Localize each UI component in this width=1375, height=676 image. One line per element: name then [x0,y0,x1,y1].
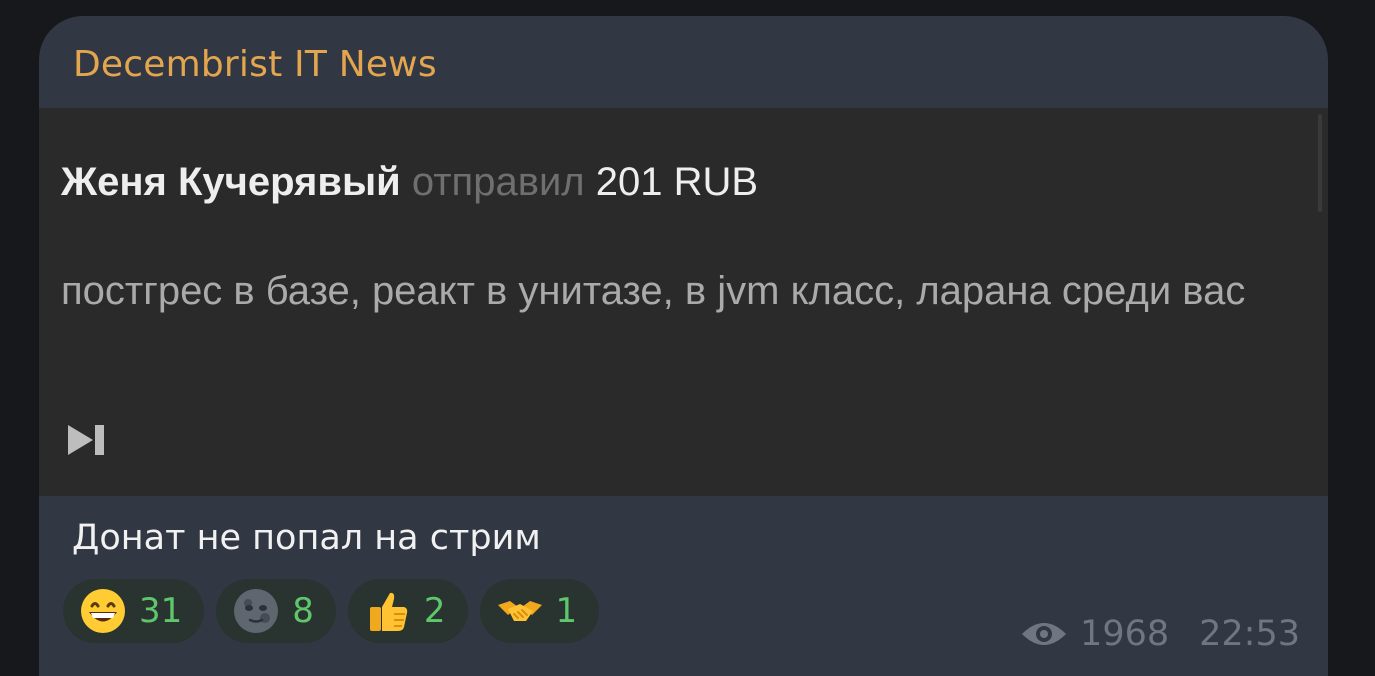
reaction-handshake[interactable]: 1 [479,579,600,643]
donation-media[interactable]: Женя Кучерявый отправил 201 RUB постгрес… [39,108,1328,496]
reaction-count: 8 [292,591,314,631]
message-time: 22:53 [1199,614,1300,654]
reactions-bar: 31 8 2 1 [63,579,600,643]
donation-verb: отправил [411,160,585,204]
grinning-face-icon [81,589,125,633]
media-scrollbar [1318,114,1322,212]
donor-name: Женя Кучерявый [61,160,401,204]
reaction-count: 31 [139,591,183,631]
donation-message: постгрес в базе, реакт в унитазе, в jvm … [61,269,1246,313]
post-caption: Донат не попал на стрим [72,518,541,558]
message-bubble: Decembrist IT News Женя Кучерявый отправ… [39,16,1328,676]
view-count: 1968 [1080,614,1170,654]
reaction-thumbs-up[interactable]: 2 [347,579,468,643]
thumbs-up-icon [369,592,408,631]
eye-icon [1022,623,1067,645]
channel-name[interactable]: Decembrist IT News [73,44,437,85]
message-meta: 1968 22:53 [1020,614,1300,654]
reaction-count: 2 [423,591,446,631]
reaction-grinning[interactable]: 31 [63,579,205,643]
reaction-new-moon[interactable]: 8 [216,579,336,643]
donation-amount: 201 RUB [595,160,759,204]
handshake-icon [497,601,542,621]
reaction-count: 1 [555,591,578,631]
donation-header: Женя Кучерявый отправил 201 RUB [61,160,758,205]
skip-next-icon [68,425,104,455]
new-moon-face-icon [234,589,279,633]
